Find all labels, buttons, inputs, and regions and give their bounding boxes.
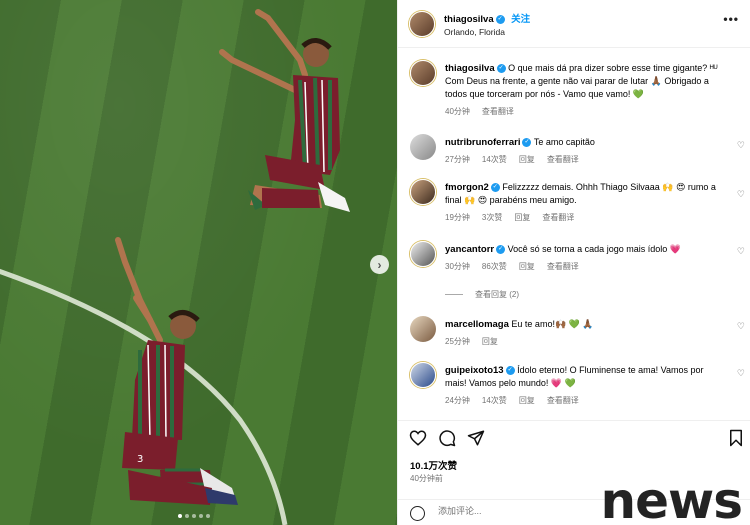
heart-icon[interactable]: ♡ [737,246,745,257]
carousel-dot [178,514,182,518]
share-icon[interactable] [467,429,485,447]
comment-time: 30分钟 [445,262,470,271]
post-time: 40分钟前 [410,474,443,483]
verified-icon: ✓ [495,15,505,25]
carousel-dot [185,514,189,518]
comment-username[interactable]: yancantorr [445,244,494,255]
carousel-dot [199,514,203,518]
verified-icon: ✓ [522,138,532,148]
reply-button[interactable]: 回复 [519,153,535,166]
comment-text: Eu te amo!🙌🏾 💚 🙏🏾 [511,319,594,329]
comment-username[interactable]: marcellomaga [445,319,509,330]
heart-icon[interactable]: ♡ [737,321,745,332]
carousel-dot [206,514,210,518]
verified-icon: ✓ [505,366,515,376]
author-avatar[interactable] [409,11,435,37]
location-link[interactable]: Orlando, Florida [444,27,530,37]
comment-input[interactable] [438,506,588,516]
comment-time: 19分钟 [445,213,470,222]
comment-text: Você só se torna a cada jogo mais ídolo … [507,244,681,254]
reply-button[interactable]: 回复 [482,335,498,348]
bookmark-icon[interactable] [728,429,744,447]
commenter-avatar[interactable] [410,362,436,388]
verified-icon: ✓ [490,183,500,193]
translate-link[interactable]: 查看翻译 [547,153,579,166]
follow-button[interactable]: 关注 [511,14,530,25]
verified-icon: ✓ [496,64,506,74]
caption-username[interactable]: thiagosilva [445,63,495,74]
post-header: thiagosilva ✓ 关注 Orlando, Florida ••• [398,0,750,48]
commenter-avatar[interactable] [410,134,436,160]
comment-username[interactable]: guipeixoto13 [445,365,504,376]
likes-count[interactable]: 10.1万次赞 [410,458,457,472]
heart-icon[interactable]: ♡ [737,368,745,379]
caption-avatar[interactable] [410,60,436,86]
more-options-icon[interactable]: ••• [723,12,739,26]
reply-button[interactable]: 回复 [514,211,530,224]
author-username[interactable]: thiagosilva [444,14,494,25]
comment-username[interactable]: fmorgon2 [445,182,489,193]
commenter-avatar[interactable] [410,316,436,342]
comment-likes[interactable]: 14次赞 [482,394,507,407]
svg-text:3: 3 [137,454,143,465]
emoji-icon[interactable] [410,506,425,521]
post-photo[interactable]: 3 › [0,0,397,525]
like-heart-icon[interactable] [409,429,427,447]
carousel-dot [192,514,196,518]
carousel-dots [178,514,210,518]
view-replies-label[interactable]: 查看回复 (2) [475,289,519,300]
translate-link[interactable]: 查看翻译 [547,394,579,407]
comments-list: thiagosilva ✓ O que mais dá pra dizer sob… [398,49,750,419]
translate-link[interactable]: 查看翻译 [547,260,579,273]
heart-icon[interactable]: ♡ [737,140,745,151]
view-replies-button[interactable]: 查看回复 (2) [445,289,519,300]
comment-likes[interactable]: 3次赞 [482,211,502,224]
comment-time: 27分钟 [445,155,470,164]
news-watermark-logo: news [600,472,743,525]
post-panel: thiagosilva ✓ 关注 Orlando, Florida ••• thi… [397,0,750,525]
commenter-avatar[interactable] [410,241,436,267]
caption-time: 40分钟 [445,107,470,116]
comment-likes[interactable]: 14次赞 [482,153,507,166]
translate-link[interactable]: 查看翻译 [482,105,514,118]
replies-divider [445,294,463,295]
comment-time: 24分钟 [445,396,470,405]
reply-button[interactable]: 回复 [519,260,535,273]
photo-illustration: 3 [0,9,350,525]
comment-text: Te amo capitão [533,137,595,147]
comment-username[interactable]: nutribrunoferrari [445,137,520,148]
comment-icon[interactable] [438,429,456,447]
commenter-avatar[interactable] [410,179,436,205]
comment-time: 25分钟 [445,337,470,346]
heart-icon[interactable]: ♡ [737,189,745,200]
carousel-next-button[interactable]: › [370,255,389,274]
author-info: thiagosilva ✓ 关注 Orlando, Florida [444,11,530,37]
reply-button[interactable]: 回复 [519,394,535,407]
verified-icon: ✓ [496,245,506,255]
comment-likes[interactable]: 86次赞 [482,260,507,273]
translate-link[interactable]: 查看翻译 [542,211,574,224]
